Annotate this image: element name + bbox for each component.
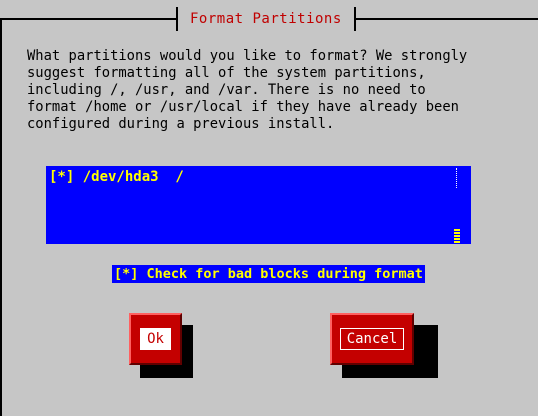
ok-button[interactable]: Ok <box>129 313 182 365</box>
cancel-button-label: Cancel <box>339 328 405 350</box>
ok-button-label: Ok <box>140 328 171 350</box>
partition-listbox[interactable]: [*] /dev/hda3 / <box>46 166 471 244</box>
dialog-title: Format Partitions <box>190 11 342 27</box>
scrollbar-thumb[interactable] <box>454 229 460 243</box>
scrollbar-track[interactable] <box>456 168 459 188</box>
dialog-title-box: Format Partitions <box>176 7 356 31</box>
cancel-button[interactable]: Cancel <box>330 313 414 365</box>
bad-blocks-checkbox[interactable]: [*] Check for bad blocks during format <box>112 265 425 283</box>
format-partitions-dialog: Format Partitions What partitions would … <box>0 0 538 416</box>
dialog-border-left <box>0 18 2 416</box>
dialog-message: What partitions would you like to format… <box>27 48 468 132</box>
partition-item-hda3[interactable]: [*] /dev/hda3 / <box>49 169 184 185</box>
